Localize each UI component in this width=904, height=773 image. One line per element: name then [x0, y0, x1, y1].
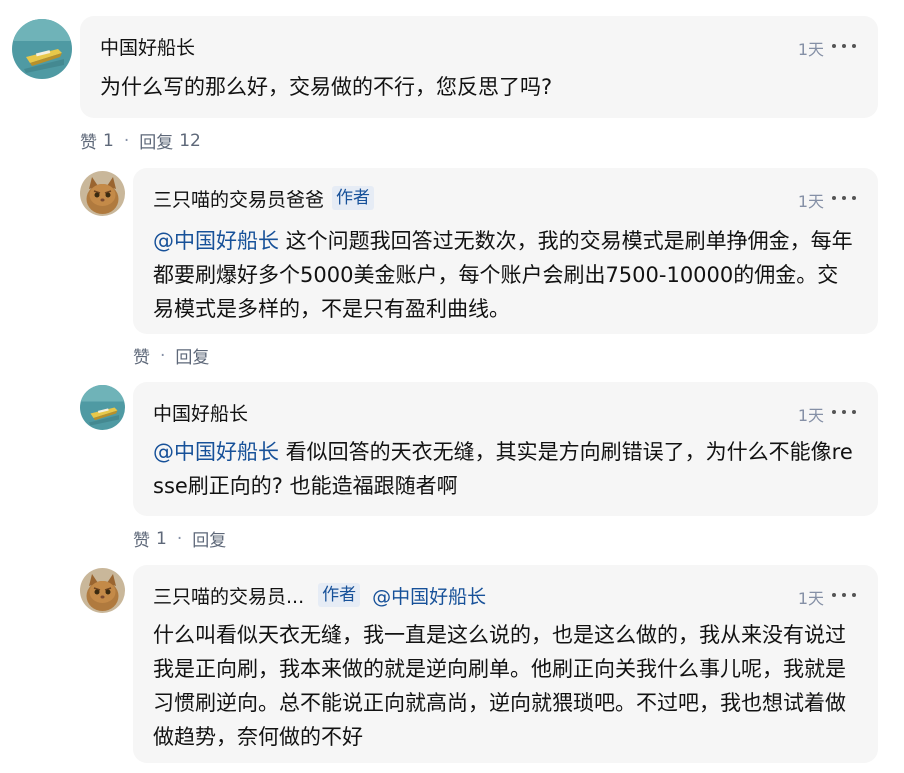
more-options-icon[interactable]	[832, 585, 856, 605]
comment-text: 什么叫看似天衣无缝，我一直是这么说的，也是这么做的，我从来没有说过我是正向刷，我…	[153, 623, 846, 749]
comment-username[interactable]: 三只喵的交易员...	[153, 582, 304, 609]
like-count: 1	[156, 528, 167, 549]
comment-time: 1天	[797, 40, 824, 59]
separator-dot: ·	[123, 130, 130, 151]
boat-avatar-icon[interactable]	[80, 385, 125, 430]
like-count: 1	[103, 130, 114, 151]
more-options-icon[interactable]	[832, 36, 856, 56]
comment-text: @中国好船长 这个问题我回答过无数次，我的交易模式是刷单挣佣金，每年都要刷爆好多…	[153, 229, 853, 321]
comment-root: 中国好船长 1天 为什么写的那么好，交易做的不行，您反思了吗? 赞 1 · 回复…	[0, 0, 904, 160]
comment-actions: 赞 1 · 回复 12	[80, 128, 201, 154]
comment-time: 1天	[797, 192, 824, 211]
author-badge: 作者	[318, 583, 361, 607]
comment-actions: 赞 · 回复	[133, 343, 209, 369]
reply-button[interactable]: 回复	[175, 343, 209, 368]
comment-bubble: 中国好船长 1天 为什么写的那么好，交易做的不行，您反思了吗?	[80, 16, 878, 118]
mention-link[interactable]: @中国好船长	[153, 229, 279, 253]
comment-actions: 赞 1 · 回复	[133, 526, 226, 552]
comment-time: 1天	[797, 406, 824, 425]
like-button[interactable]: 赞	[80, 128, 97, 153]
like-button[interactable]: 赞	[133, 526, 150, 551]
comment-username[interactable]: 中国好船长	[153, 399, 248, 426]
comment-time: 1天	[797, 589, 824, 608]
more-options-icon[interactable]	[832, 402, 856, 422]
comment-thread: 中国好船长 1天 为什么写的那么好，交易做的不行，您反思了吗? 赞 1 · 回复…	[0, 0, 904, 773]
mention-link[interactable]: @中国好船长	[153, 440, 279, 464]
comment-username[interactable]: 中国好船长	[100, 33, 195, 60]
comment-bubble: 中国好船长 1天 @中国好船长 看似回答的天衣无缝，其实是方向刷错误了，为什么不…	[133, 382, 878, 516]
reply-to-link[interactable]: @中国好船长	[372, 582, 486, 609]
cat-avatar-icon[interactable]	[80, 171, 125, 216]
comment-bubble: 三只喵的交易员... 作者 @中国好船长 1天 什么叫看似天衣无缝，我一直是这么…	[133, 565, 878, 763]
author-badge: 作者	[332, 186, 375, 210]
like-button[interactable]: 赞	[133, 343, 150, 368]
boat-avatar-icon[interactable]	[12, 19, 72, 79]
comment-text: @中国好船长 看似回答的天衣无缝，其实是方向刷错误了，为什么不能像resse刷正…	[153, 440, 853, 498]
comment-bubble: 三只喵的交易员爸爸 作者 1天 @中国好船长 这个问题我回答过无数次，我的交易模…	[133, 168, 878, 334]
reply-button[interactable]: 回复	[139, 128, 173, 153]
separator-dot: ·	[176, 528, 183, 549]
more-options-icon[interactable]	[832, 188, 856, 208]
reply-count: 12	[179, 130, 201, 151]
reply-button[interactable]: 回复	[192, 526, 226, 551]
cat-avatar-icon[interactable]	[80, 568, 125, 613]
comment-username[interactable]: 三只喵的交易员爸爸	[153, 185, 324, 212]
comment-text: 为什么写的那么好，交易做的不行，您反思了吗?	[100, 75, 553, 99]
separator-dot: ·	[160, 345, 166, 366]
